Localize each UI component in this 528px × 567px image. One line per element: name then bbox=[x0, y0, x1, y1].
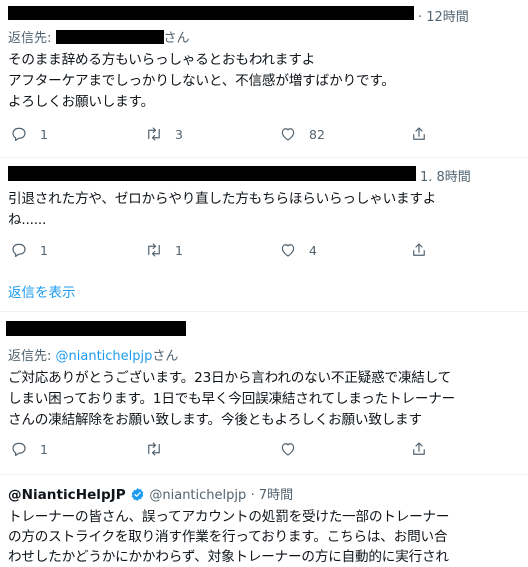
reply-to-suffix: さん bbox=[163, 31, 190, 46]
like-count: 4 bbox=[309, 242, 317, 258]
tweet-actions: 1 3 82 bbox=[0, 124, 528, 144]
tweet-text-line: トレーナーの皆さん、誤ってアカウントの処罰を受けた一部のトレーナー bbox=[8, 509, 450, 525]
tweet-text-line: そのまま辞める方もいらっしゃるとおもわれますよ bbox=[8, 52, 316, 68]
tweet-text-line: わせしたかどうかにかかわらず、対象トレーナーの方に自動的に実行され bbox=[8, 549, 449, 565]
retweet-icon bbox=[148, 127, 160, 141]
author-display-name[interactable]: @NianticHelpJP bbox=[8, 487, 126, 503]
retweet-count: 3 bbox=[175, 126, 183, 142]
reply-count: 1 bbox=[40, 441, 48, 457]
tweet-text-line: ご対応ありがとうございます。23日から言われのない不正疑惑で凍結して bbox=[8, 370, 452, 386]
share-icon bbox=[413, 442, 425, 455]
divider bbox=[0, 474, 528, 475]
tweet-text-line: の方のストライクを取り消す作業を行っております。こちらは、お問い合 bbox=[8, 529, 448, 545]
reply-count: 1 bbox=[40, 126, 48, 142]
retweet-button[interactable] bbox=[145, 439, 163, 459]
tweet-time[interactable]: · 12時間 bbox=[418, 6, 469, 25]
tweet-text-line: 引退された方や、ゼロからやり直した方もちらほらいらっしゃいますよ bbox=[8, 191, 437, 207]
share-button[interactable] bbox=[410, 124, 428, 144]
retweet-icon bbox=[148, 442, 160, 456]
retweet-button[interactable]: 3 bbox=[145, 124, 183, 144]
reply-icon bbox=[12, 243, 26, 257]
share-button[interactable] bbox=[410, 240, 428, 260]
like-button[interactable] bbox=[279, 439, 297, 459]
divider bbox=[0, 157, 528, 158]
retweet-icon bbox=[148, 243, 160, 257]
reply-button[interactable]: 1 bbox=[10, 124, 48, 144]
tweet-text-line: さんの凍結解除をお願い致します。今後ともよろしくお願い致します bbox=[8, 412, 422, 428]
share-button[interactable] bbox=[410, 439, 428, 459]
reply-to-line: 返信先: さん bbox=[8, 27, 190, 46]
redacted-reply-handle bbox=[55, 30, 164, 44]
redacted-author-name bbox=[8, 6, 414, 20]
tweet-time[interactable]: · 7時間 bbox=[251, 488, 294, 503]
tweet-text-line: ね...... bbox=[8, 212, 47, 228]
reply-to-prefix: 返信先: bbox=[8, 31, 56, 46]
like-button[interactable]: 82 bbox=[279, 124, 325, 144]
tweet-actions: 1 1 4 bbox=[0, 240, 528, 260]
tweet-header: @NianticHelpJP @niantichelpjp · 7時間 bbox=[8, 484, 293, 503]
verified-badge-icon bbox=[131, 488, 144, 501]
reply-count: 1 bbox=[40, 242, 48, 258]
heart-icon bbox=[281, 244, 295, 257]
share-icon bbox=[413, 127, 425, 140]
author-handle[interactable]: @niantichelpjp bbox=[149, 488, 246, 503]
divider bbox=[0, 311, 528, 312]
reply-to-handle-link[interactable]: @niantichelpjp bbox=[56, 349, 153, 364]
like-count: 82 bbox=[309, 126, 325, 142]
redacted-author-name bbox=[6, 321, 186, 336]
redacted-author-name bbox=[8, 166, 416, 181]
tweet-time[interactable]: 1. 8時間 bbox=[420, 166, 471, 185]
retweet-button[interactable]: 1 bbox=[145, 240, 183, 260]
show-replies-link[interactable]: 返信を表示 bbox=[8, 281, 76, 301]
tweet-text-line: よろしくお願いします。 bbox=[8, 94, 154, 110]
reply-button[interactable]: 1 bbox=[10, 240, 48, 260]
reply-to-line: 返信先: @niantichelpjpさん bbox=[8, 345, 178, 364]
reply-button[interactable]: 1 bbox=[10, 439, 48, 459]
tweet-actions: 1 bbox=[0, 439, 528, 459]
tweet-text-line: しまい困っております。1日でも早く今回誤凍結されてしまったトレーナー bbox=[8, 391, 456, 407]
heart-icon bbox=[281, 128, 295, 141]
heart-icon bbox=[281, 443, 295, 456]
tweet-text-line: アフターケアまでしっかりしないと、不信感が増すばかりです。 bbox=[8, 73, 395, 89]
like-button[interactable]: 4 bbox=[279, 240, 317, 260]
share-icon bbox=[413, 243, 425, 256]
reply-icon bbox=[12, 127, 26, 141]
reply-to-suffix: さん bbox=[152, 349, 179, 364]
reply-to-prefix: 返信先: bbox=[8, 349, 56, 364]
retweet-count: 1 bbox=[175, 242, 183, 258]
reply-icon bbox=[12, 442, 26, 456]
